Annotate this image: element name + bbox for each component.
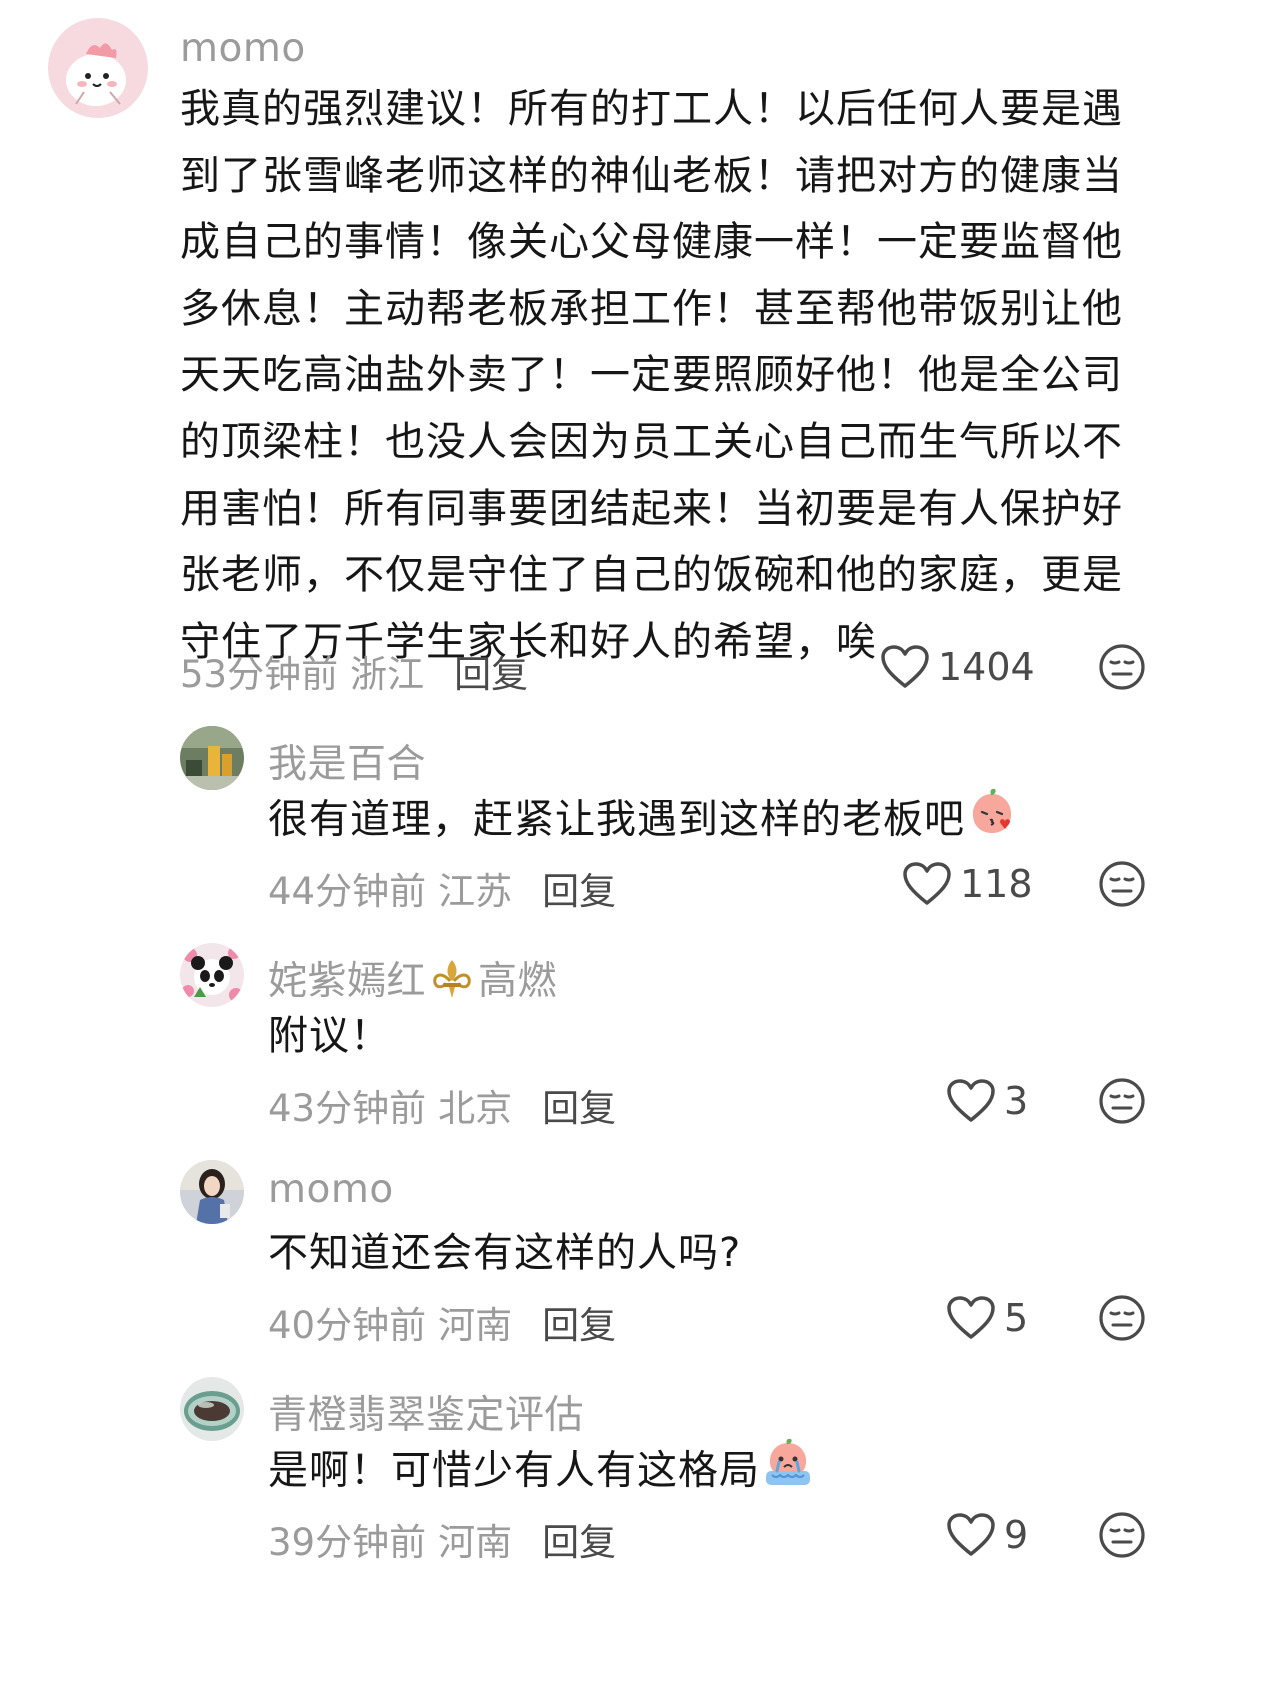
comment-meta: 40分钟前 河南 回复 (268, 1295, 616, 1349)
comment-text-body: 很有道理，赶紧让我遇到这样的老板吧 (268, 796, 965, 843)
comment-text-body: 是啊！可惜少有人有这格局 (268, 1447, 760, 1494)
comment-text: 附议！ (268, 1013, 391, 1059)
heart-outline-icon (903, 862, 951, 905)
comment-text: 是啊！可惜少有人有这格局 (268, 1437, 1148, 1508)
like-count: 9 (1004, 1513, 1029, 1557)
reply-button[interactable]: 回复 (542, 1512, 616, 1566)
like-button[interactable]: 3 (946, 1078, 1028, 1124)
avatar[interactable] (180, 1377, 244, 1441)
avatar-image (180, 1160, 244, 1224)
meh-face-icon (1099, 1295, 1145, 1341)
heart-outline-icon (881, 645, 929, 688)
dislike-button[interactable] (1098, 643, 1146, 691)
meh-face-icon (1099, 644, 1145, 690)
comment-meta: 53分钟前 浙江 回复 (180, 644, 528, 698)
dislike-button[interactable] (1098, 1294, 1146, 1342)
like-count: 1404 (938, 645, 1035, 689)
comment-meta: 44分钟前 江苏 回复 (268, 861, 616, 915)
location: 江苏 (438, 870, 513, 913)
fleur-de-lis-icon (433, 959, 471, 998)
like-button[interactable]: 9 (946, 1512, 1028, 1558)
comment-meta: 43分钟前 北京 回复 (268, 1078, 616, 1132)
like-count: 5 (1004, 1296, 1029, 1340)
timestamp: 44分钟前 (268, 870, 427, 913)
username-part1: 姹紫嫣红 (268, 959, 427, 1004)
avatar-image (180, 943, 244, 1007)
comment-text: 很有道理，赶紧让我遇到这样的老板吧 (268, 786, 1148, 857)
heart-outline-icon (947, 1296, 995, 1339)
avatar-image (180, 726, 244, 790)
comment-text: 我真的强烈建议！所有的打工人！以后任何人要是遇到了张雪峰老师这样的神仙老板！请把… (180, 86, 1123, 665)
comment-text: 不知道还会有这样的人吗? (268, 1230, 742, 1276)
location: 河南 (438, 1521, 513, 1564)
like-count: 118 (960, 862, 1033, 906)
username[interactable]: momo (268, 1167, 394, 1212)
location: 河南 (438, 1304, 513, 1347)
meh-face-icon (1099, 861, 1145, 907)
peach-kiss-emoji-icon (972, 788, 1012, 833)
like-button[interactable]: 1404 (880, 644, 1035, 690)
reply-button[interactable]: 回复 (542, 1295, 616, 1349)
avatar-image (180, 1377, 244, 1441)
reply-button[interactable]: 回复 (454, 644, 528, 698)
timestamp: 53分钟前 (180, 653, 339, 696)
timestamp: 43分钟前 (268, 1087, 427, 1130)
username[interactable]: momo (180, 26, 306, 71)
meh-face-icon (1099, 1078, 1145, 1124)
avatar[interactable] (180, 1160, 244, 1224)
username[interactable]: 青橙翡翠鉴定评估 (268, 1384, 584, 1440)
reply-button[interactable]: 回复 (542, 1078, 616, 1132)
username[interactable]: 我是百合 (268, 733, 426, 789)
dislike-button[interactable] (1098, 1511, 1146, 1559)
dislike-button[interactable] (1098, 860, 1146, 908)
peach-cry-emoji-icon (766, 1438, 810, 1485)
timestamp: 39分钟前 (268, 1521, 427, 1564)
location: 北京 (438, 1087, 513, 1130)
peach-kiss-emoji (967, 786, 1017, 857)
avatar-image (48, 18, 148, 118)
avatar[interactable] (180, 726, 244, 790)
dislike-button[interactable] (1098, 1077, 1146, 1125)
avatar[interactable] (48, 18, 148, 118)
heart-outline-icon (947, 1513, 995, 1556)
like-button[interactable]: 5 (946, 1295, 1028, 1341)
location: 浙江 (350, 653, 425, 696)
comment-meta: 39分钟前 河南 回复 (268, 1512, 616, 1566)
like-button[interactable]: 118 (902, 861, 1033, 907)
reply-button[interactable]: 回复 (542, 861, 616, 915)
username[interactable]: 姹紫嫣红 高燃 (268, 950, 557, 1011)
username-part2: 高燃 (478, 959, 558, 1004)
heart-outline-icon (947, 1079, 995, 1122)
like-count: 3 (1004, 1079, 1029, 1123)
meh-face-icon (1099, 1512, 1145, 1558)
timestamp: 40分钟前 (268, 1304, 427, 1347)
avatar[interactable] (180, 943, 244, 1007)
peach-cry-emoji (762, 1437, 814, 1508)
